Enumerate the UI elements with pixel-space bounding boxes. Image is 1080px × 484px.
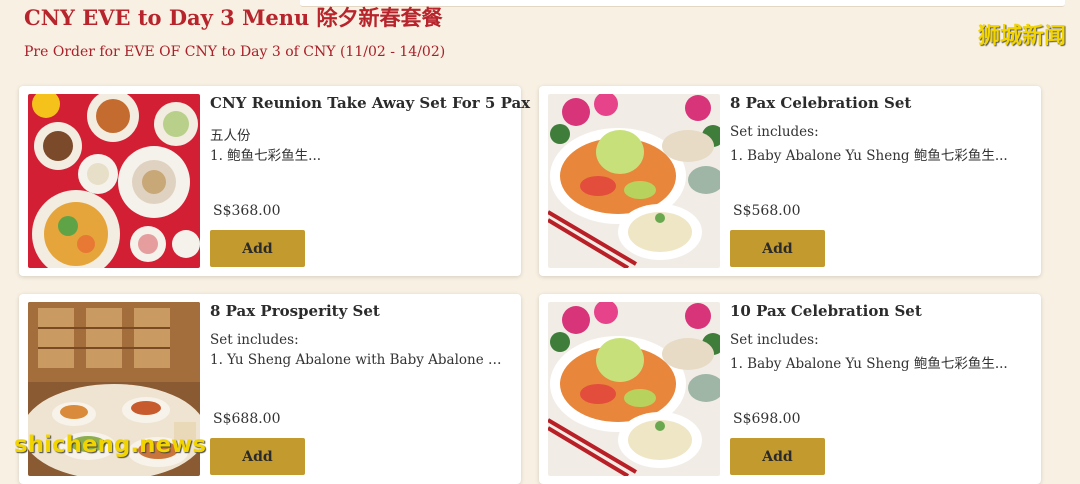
watermark-top: 狮城新闻 bbox=[977, 24, 1066, 49]
product-description-line2: 1. Baby Abalone Yu Sheng 鲍鱼七彩鱼生... bbox=[730, 356, 1008, 372]
add-to-cart-button[interactable]: Add bbox=[210, 230, 305, 267]
yu-sheng-platter-image bbox=[548, 302, 720, 476]
product-price: S$368.00 bbox=[213, 203, 281, 219]
add-to-cart-button[interactable]: Add bbox=[730, 438, 825, 475]
cny-feast-red-tablecloth-image bbox=[28, 94, 200, 268]
product-price: S$698.00 bbox=[733, 411, 801, 427]
page-title: CNY EVE to Day 3 Menu 除夕新春套餐 bbox=[24, 5, 443, 30]
product-description-line2: 1. 鲍鱼七彩鱼生... bbox=[210, 148, 322, 164]
product-name[interactable]: 8 Pax Celebration Set bbox=[730, 94, 1033, 112]
yu-sheng-platter-image bbox=[548, 94, 720, 268]
product-description-line2: 1. Yu Sheng Abalone with Baby Abalone & … bbox=[210, 352, 507, 368]
product-card[interactable]: 10 Pax Celebration Set Set includes: 1. … bbox=[539, 294, 1041, 484]
add-to-cart-button[interactable]: Add bbox=[730, 230, 825, 267]
product-description-line1: Set includes: bbox=[730, 124, 819, 140]
product-name[interactable]: 8 Pax Prosperity Set bbox=[210, 302, 513, 320]
product-description-line1: Set includes: bbox=[210, 332, 299, 348]
product-description-line1: Set includes: bbox=[730, 332, 819, 348]
product-price: S$688.00 bbox=[213, 411, 281, 427]
product-price: S$568.00 bbox=[733, 203, 801, 219]
watermark-bottom: shicheng.news bbox=[14, 432, 207, 458]
product-description-line2: 1. Baby Abalone Yu Sheng 鲍鱼七彩鱼生... bbox=[730, 148, 1008, 164]
add-to-cart-button[interactable]: Add bbox=[210, 438, 305, 475]
product-description-line1: 五人份 bbox=[210, 128, 251, 144]
product-name[interactable]: CNY Reunion Take Away Set For 5 Pax bbox=[210, 94, 530, 112]
page-subtitle: Pre Order for EVE OF CNY to Day 3 of CNY… bbox=[24, 44, 446, 60]
product-card[interactable]: 8 Pax Celebration Set Set includes: 1. B… bbox=[539, 86, 1041, 276]
product-card[interactable]: CNY Reunion Take Away Set For 5 Pax 五人份 … bbox=[19, 86, 530, 276]
product-name[interactable]: 10 Pax Celebration Set bbox=[730, 302, 1033, 320]
